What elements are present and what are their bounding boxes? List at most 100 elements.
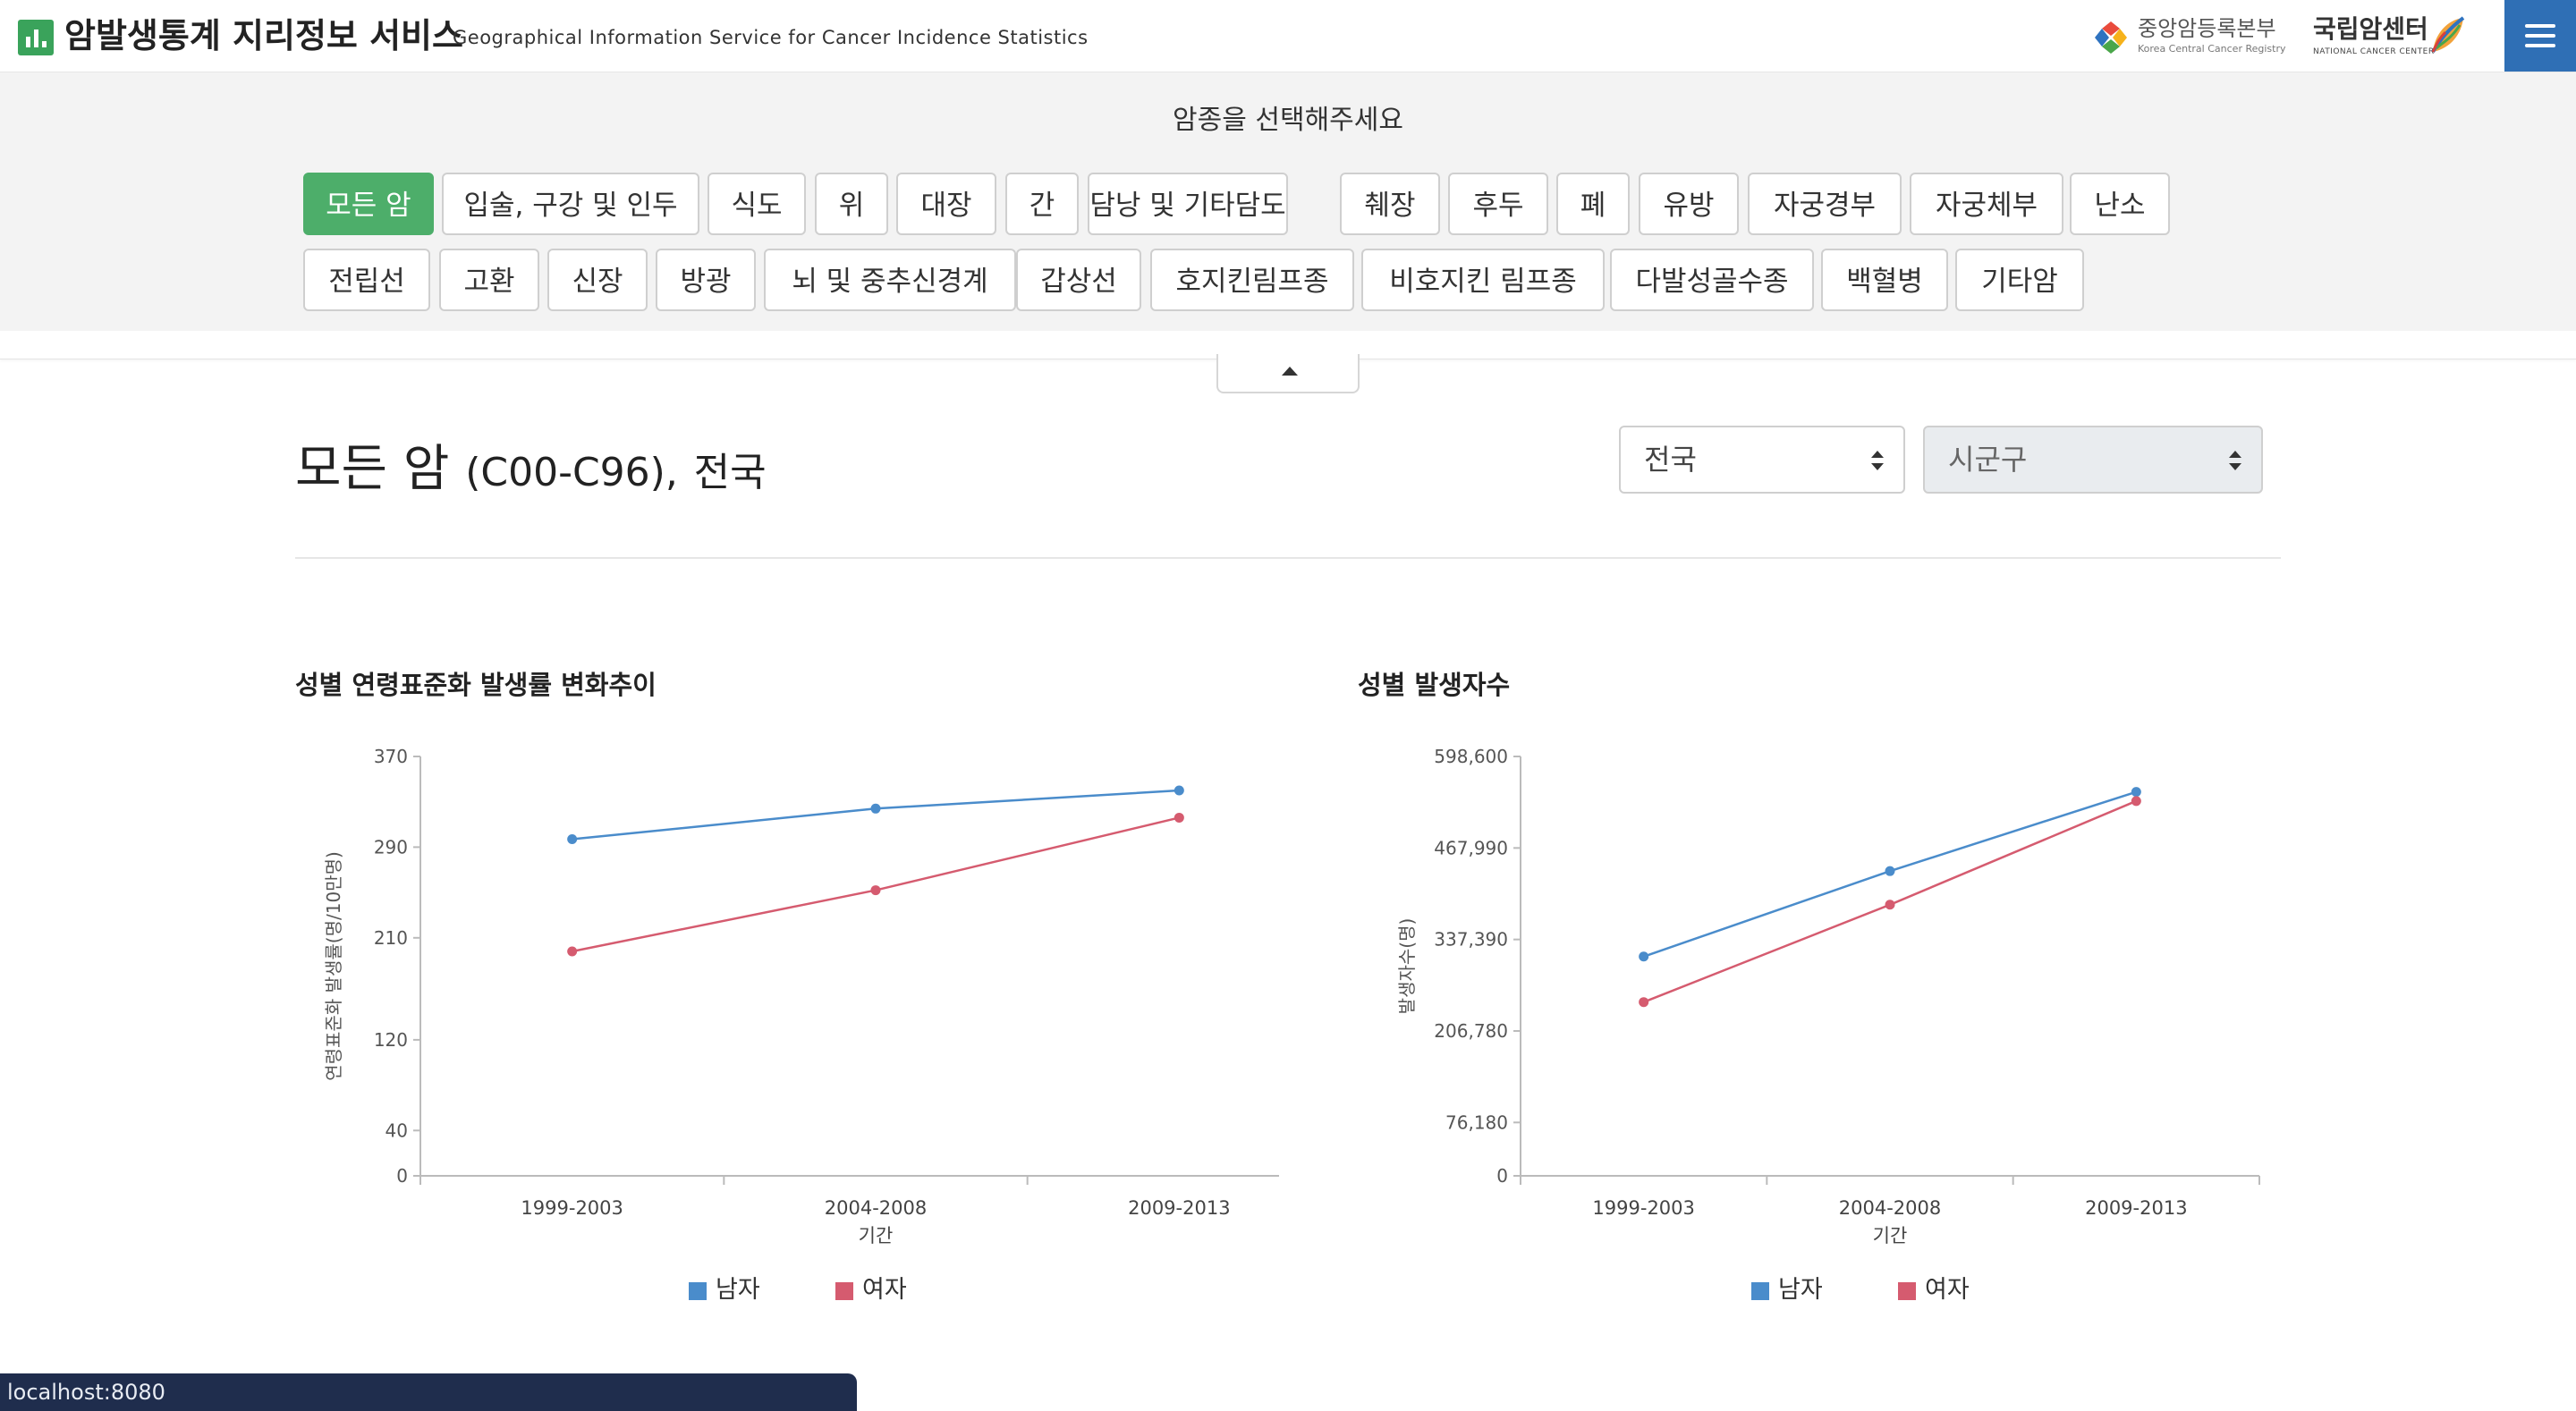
cancer-btn-cervix[interactable]: 자궁경부 — [1748, 173, 1902, 235]
data-point-male — [2131, 787, 2141, 798]
cancer-btn-lung[interactable]: 폐 — [1556, 173, 1630, 235]
kccr-name: 중앙암등록본부 — [2138, 16, 2276, 41]
cancer-btn-larynx[interactable]: 후두 — [1448, 173, 1548, 235]
y-axis-title: 발생자수(명) — [1396, 918, 1418, 1015]
x-tick-label: 2009-2013 — [2085, 1197, 2187, 1219]
legend-swatch-female — [1898, 1282, 1916, 1300]
selector-prompt: 암종을 선택해주세요 — [1173, 105, 1403, 136]
legend-swatch-male — [1751, 1282, 1769, 1300]
page-title: 모든 암 (C00-C96), 전국 — [295, 438, 767, 504]
select-arrows-icon — [1871, 451, 1884, 470]
bar-chart-logo-icon — [18, 20, 54, 55]
caret-up-icon — [1282, 367, 1298, 376]
page-title-code: (C00-C96), — [465, 450, 678, 495]
y-tick-label: 40 — [386, 1120, 408, 1141]
collapse-selector-button[interactable] — [1216, 354, 1360, 393]
district-select[interactable]: 시군구 — [1923, 426, 2263, 494]
ncc-logo[interactable]: 국립암센터 NATIONAL CANCER CENTER — [2313, 13, 2465, 59]
select-arrows-icon — [2229, 451, 2241, 470]
y-tick-label: 206,780 — [1434, 1020, 1508, 1042]
region-select[interactable]: 전국 — [1619, 426, 1905, 494]
incidence-count-chart: 0 76,180 206,780 337,390 467,990 598,600 1999-… — [1396, 746, 2260, 1246]
legend-swatch-female — [835, 1282, 853, 1300]
series-line-female — [572, 816, 1180, 953]
cancer-btn-pancreas[interactable]: 췌장 — [1340, 173, 1440, 235]
kccr-english-name: Korea Central Cancer Registry — [2138, 43, 2286, 55]
y-tick-label: 598,600 — [1434, 746, 1508, 767]
data-point-female — [870, 885, 881, 896]
legend-swatch-male — [689, 1282, 707, 1300]
kccr-logo[interactable]: 중앙암등록본부 Korea Central Cancer Registry — [2093, 14, 2290, 59]
data-point-female — [567, 946, 578, 957]
cancer-btn-breast[interactable]: 유방 — [1639, 173, 1739, 235]
y-tick-label: 290 — [374, 836, 408, 858]
top-header: 암발생통계 지리정보 서비스 Geographical Information … — [0, 0, 2576, 72]
hamburger-menu-icon — [2525, 24, 2555, 28]
legend-label-male: 남자 — [716, 1276, 760, 1304]
x-tick-label: 2004-2008 — [1839, 1197, 1941, 1219]
cancer-btn-colorectal[interactable]: 대장 — [896, 173, 996, 235]
y-tick-label: 76,180 — [1445, 1111, 1508, 1133]
data-point-female — [1174, 812, 1184, 823]
ncc-english-name: NATIONAL CANCER CENTER — [2313, 47, 2435, 56]
legend-label-male: 남자 — [1778, 1276, 1823, 1304]
section-divider — [295, 557, 2281, 559]
cancer-btn-uterine[interactable]: 자궁체부 — [1910, 173, 2063, 235]
data-point-male — [567, 834, 578, 845]
status-url-bar: localhost:8080 — [0, 1373, 857, 1411]
x-tick-label: 2009-2013 — [1128, 1197, 1230, 1219]
y-tick-label: 337,390 — [1434, 929, 1508, 951]
app-subtitle: Geographical Information Service for Can… — [453, 27, 1089, 48]
data-point-female — [1639, 997, 1649, 1008]
cancer-btn-bladder[interactable]: 방광 — [656, 249, 756, 311]
page-title-region: 전국 — [693, 450, 767, 495]
y-tick-label: 0 — [1496, 1165, 1508, 1187]
cancer-btn-all[interactable]: 모든 암 — [303, 173, 434, 235]
district-select-value: 시군구 — [1948, 443, 2028, 477]
cancer-btn-testis[interactable]: 고환 — [439, 249, 539, 311]
data-point-male — [1639, 951, 1649, 962]
cancer-btn-stomach[interactable]: 위 — [815, 173, 888, 235]
status-url-text: localhost:8080 — [7, 1380, 165, 1405]
y-tick-label: 210 — [374, 927, 408, 949]
y-tick-label: 370 — [374, 746, 408, 767]
y-axis-title: 연령표준화 발생률(명/10만명) — [323, 851, 344, 1081]
legend-label-female: 여자 — [1925, 1276, 1970, 1304]
chart-title-rate: 성별 연령표준화 발생률 변화추이 — [295, 670, 657, 700]
cancer-btn-gallbladder[interactable]: 담낭 및 기타담도 — [1088, 173, 1288, 235]
cancer-btn-prostate[interactable]: 전립선 — [303, 249, 430, 311]
cancer-btn-brain-cns[interactable]: 뇌 및 중추신경계 — [764, 249, 1016, 311]
cancer-btn-ovary[interactable]: 난소 — [2070, 173, 2170, 235]
cancer-btn-leukemia[interactable]: 백혈병 — [1821, 249, 1948, 311]
x-axis-title: 기간 — [1873, 1225, 1908, 1246]
region-select-value: 전국 — [1644, 443, 1697, 477]
series-line-male — [572, 789, 1180, 841]
cancer-btn-myeloma[interactable]: 다발성골수종 — [1610, 249, 1814, 311]
cancer-btn-kidney[interactable]: 신장 — [547, 249, 648, 311]
chart-title-count: 성별 발생자수 — [1358, 670, 1511, 700]
cancer-btn-non-hodgkin[interactable]: 비호지킨 림프종 — [1361, 249, 1605, 311]
y-tick-label: 0 — [396, 1165, 408, 1187]
data-point-male — [870, 803, 881, 814]
data-point-female — [1885, 900, 1895, 910]
kccr-emblem-icon — [2095, 21, 2127, 54]
app-title[interactable]: 암발생통계 지리정보 서비스 — [64, 14, 463, 57]
page-title-cancer: 모든 암 — [295, 440, 450, 498]
data-point-male — [1885, 866, 1895, 876]
y-tick-label: 120 — [374, 1029, 408, 1051]
ncc-name: 국립암센터 — [2313, 14, 2428, 44]
ncc-leaf-icon — [2431, 16, 2465, 53]
data-point-female — [2131, 796, 2141, 807]
cancer-btn-lip-oral[interactable]: 입술, 구강 및 인두 — [442, 173, 699, 235]
cancer-btn-thyroid[interactable]: 갑상선 — [1016, 249, 1141, 311]
hamburger-menu-button[interactable] — [2504, 0, 2576, 72]
data-point-male — [1174, 785, 1184, 796]
cancer-btn-esophagus[interactable]: 식도 — [708, 173, 806, 235]
legend-label-female: 여자 — [862, 1276, 907, 1304]
cancer-type-selector: 암종을 선택해주세요 모든 암 입술, 구강 및 인두 식도 위 대장 간 담낭… — [0, 72, 2576, 331]
x-tick-label: 1999-2003 — [521, 1197, 623, 1219]
cancer-btn-other[interactable]: 기타암 — [1955, 249, 2084, 311]
x-axis-title: 기간 — [859, 1225, 894, 1246]
cancer-btn-liver[interactable]: 간 — [1005, 173, 1079, 235]
cancer-btn-hodgkin[interactable]: 호지킨림프종 — [1150, 249, 1354, 311]
